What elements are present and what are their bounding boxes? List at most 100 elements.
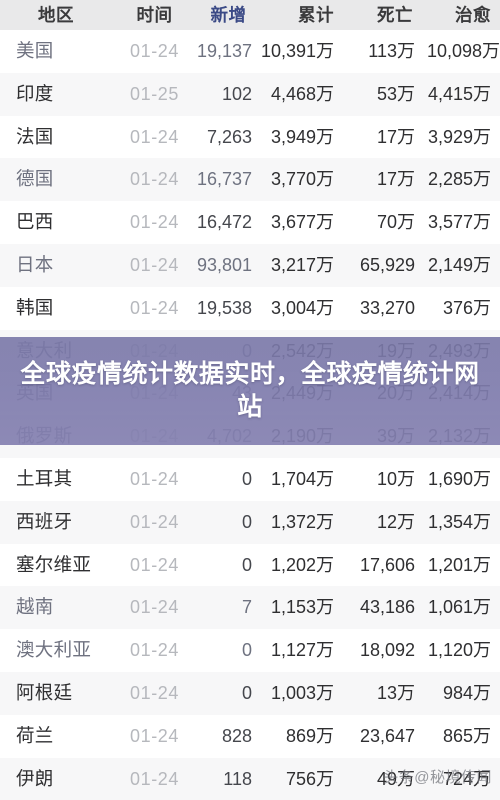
cell-death: 33,270 <box>359 297 415 318</box>
cell-cured: 2,285万 <box>427 169 491 190</box>
cell-new: 118 <box>223 768 252 789</box>
cell-death: 65,929 <box>359 254 415 275</box>
cell-new: 16,472 <box>197 212 253 233</box>
cell-new: 43 <box>231 383 252 404</box>
cell-cured: 1,061万 <box>427 597 491 618</box>
epidemic-data-table: 地区 时间 新增 累计 死亡 治愈 美国 01-24 19,137 10,391万 11… <box>0 0 500 800</box>
cell-region: 巴西 <box>16 211 54 233</box>
cell-new: 0 <box>241 554 252 575</box>
table-header: 地区 时间 新增 累计 死亡 治愈 <box>0 0 500 30</box>
cell-death: 113万 <box>368 41 415 61</box>
cell-death: 43,186 <box>359 597 415 618</box>
table-row[interactable]: 印度 01-25 102 4,468万 53万 4,415万 <box>0 72 500 116</box>
cell-cured: 1,120万 <box>427 640 491 661</box>
table-row[interactable]: 法国 01-24 7,263 3,949万 17万 3,929万 <box>0 115 500 159</box>
cell-death: 70万 <box>376 212 415 233</box>
column-header-region[interactable]: 地区 <box>0 0 112 30</box>
table-row[interactable]: 土耳其 01-24 0 1,704万 10万 1,690万 <box>0 457 500 501</box>
cell-new: 16,737 <box>197 169 253 190</box>
cell-total: 756万 <box>285 768 334 789</box>
cell-death: 10万 <box>376 468 415 489</box>
column-header-total[interactable]: 累计 <box>260 0 352 30</box>
cell-total: 1,127万 <box>270 640 334 661</box>
table-row[interactable]: 日本 01-24 93,801 3,217万 65,929 2,149万 <box>0 243 500 287</box>
cell-new: 4,702 <box>206 426 252 447</box>
table-row[interactable]: 韩国 01-24 19,538 3,004万 33,270 376万 <box>0 286 500 330</box>
cell-time: 01-24 <box>129 340 180 361</box>
cell-region: 土耳其 <box>16 467 73 489</box>
cell-death: 20万 <box>376 383 415 404</box>
cell-cured: 3,929万 <box>427 126 491 147</box>
cell-total: 4,468万 <box>270 83 334 104</box>
table-row[interactable]: 美国 01-24 19,137 10,391万 113万 10,098万 <box>0 30 500 73</box>
table-row[interactable]: 塞尔维亚 01-24 0 1,202万 17,606 1,201万 <box>0 543 500 587</box>
cell-cured: 984万 <box>442 682 491 703</box>
table-row[interactable]: 俄罗斯 01-24 4,702 2,190万 39万 2,132万 <box>0 415 500 458</box>
cell-time: 01-24 <box>129 640 180 661</box>
cell-new: 7 <box>241 597 252 618</box>
cell-total: 1,202万 <box>270 554 334 575</box>
cell-region: 美国 <box>16 40 54 61</box>
cell-death: 12万 <box>376 511 415 532</box>
cell-new: 0 <box>241 468 252 489</box>
cell-death: 17,606 <box>359 554 415 575</box>
cell-cured: 3,577万 <box>427 212 491 233</box>
table-row[interactable]: 意大利 01-24 0 2,542万 19万 2,493万 <box>0 329 500 373</box>
cell-cured: 2,414万 <box>427 383 491 404</box>
column-header-cured[interactable]: 治愈 <box>427 0 500 30</box>
table-row[interactable]: 英国 01-24 43 2,449万 20万 2,414万 <box>0 372 500 416</box>
cell-cured: 1,201万 <box>427 554 491 575</box>
cell-region: 日本 <box>16 253 54 275</box>
cell-total: 3,949万 <box>270 126 334 147</box>
table-row[interactable]: 阿根廷 01-24 0 1,003万 13万 984万 <box>0 671 500 715</box>
cell-death: 53万 <box>376 83 415 104</box>
cell-time: 01-24 <box>129 554 180 575</box>
cell-total: 2,190万 <box>270 426 334 447</box>
cell-time: 01-24 <box>129 297 180 318</box>
table-row[interactable]: 澳大利亚 01-24 0 1,127万 18,092 1,120万 <box>0 629 500 672</box>
cell-total: 2,449万 <box>270 383 334 404</box>
cell-death: 13万 <box>376 682 415 703</box>
table-row[interactable]: 德国 01-24 16,737 3,770万 17万 2,285万 <box>0 158 500 202</box>
cell-death: 17万 <box>376 169 415 190</box>
cell-time: 01-24 <box>129 426 180 447</box>
cell-time: 01-24 <box>129 126 180 147</box>
cell-new: 0 <box>241 511 252 532</box>
cell-region: 法国 <box>16 125 54 147</box>
cell-new: 7,263 <box>206 126 252 147</box>
cell-total: 1,372万 <box>270 511 334 532</box>
table-row[interactable]: 伊朗 01-24 118 756万 49万 724万 <box>0 757 500 800</box>
cell-cured: 2,132万 <box>427 426 491 447</box>
cell-region: 越南 <box>16 596 54 618</box>
table-row[interactable]: 西班牙 01-24 0 1,372万 12万 1,354万 <box>0 500 500 544</box>
cell-total: 1,704万 <box>270 468 334 489</box>
cell-total: 3,004万 <box>270 297 334 318</box>
cell-total: 3,770万 <box>270 169 334 190</box>
cell-cured: 2,493万 <box>427 340 491 361</box>
cell-total: 10,391万 <box>260 41 334 61</box>
cell-cured: 376万 <box>442 297 491 318</box>
table-row[interactable]: 越南 01-24 7 1,153万 43,186 1,061万 <box>0 586 500 630</box>
cell-region: 荷兰 <box>16 724 54 746</box>
cell-new: 0 <box>241 682 252 703</box>
cell-cured: 4,415万 <box>427 83 491 104</box>
cell-region: 印度 <box>16 82 54 104</box>
cell-time: 01-24 <box>129 212 180 233</box>
column-header-death[interactable]: 死亡 <box>352 0 427 30</box>
column-header-time[interactable]: 时间 <box>112 0 197 30</box>
cell-time: 01-24 <box>129 725 180 746</box>
cell-region: 英国 <box>16 382 54 404</box>
cell-time: 01-24 <box>129 597 180 618</box>
table-body: 美国 01-24 19,137 10,391万 113万 10,098万 印度 01-25 10… <box>0 30 500 800</box>
table-row[interactable]: 荷兰 01-24 828 869万 23,647 865万 <box>0 714 500 758</box>
cell-region: 韩国 <box>16 296 54 318</box>
cell-death: 18,092 <box>359 640 415 661</box>
column-header-new[interactable]: 新增 <box>197 0 260 30</box>
cell-death: 23,647 <box>359 725 415 746</box>
cell-cured: 1,354万 <box>427 511 491 532</box>
cell-time: 01-24 <box>129 511 180 532</box>
table-row[interactable]: 巴西 01-24 16,472 3,677万 70万 3,577万 <box>0 201 500 244</box>
cell-new: 102 <box>221 83 252 104</box>
cell-death: 17万 <box>376 126 415 147</box>
cell-time: 01-24 <box>129 169 180 190</box>
